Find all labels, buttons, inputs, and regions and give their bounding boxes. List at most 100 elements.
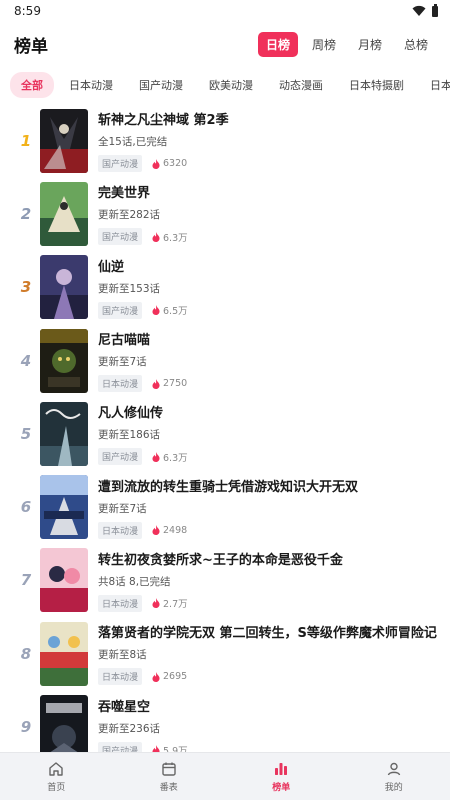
- item-title: 斩神之凡尘神域 第2季: [98, 113, 229, 129]
- chip-chinese-anime[interactable]: 国产动漫: [128, 72, 194, 98]
- category-tag: 国产动漫: [98, 741, 143, 752]
- list-item[interactable]: 3 仙逆 更新至153话 国产动漫 6.5万: [0, 251, 450, 324]
- tab-monthly[interactable]: 月榜: [350, 32, 390, 57]
- list-item[interactable]: 5 凡人修仙传 更新至186话 国产动漫 6.3万: [0, 397, 450, 470]
- header: 榜单 日榜 周榜 月榜 总榜: [0, 22, 450, 66]
- item-title: 完美世界: [98, 186, 151, 202]
- chip-japanese-anime-film[interactable]: 日本动画电: [419, 72, 450, 98]
- heat-value: 2.7万: [163, 599, 188, 611]
- item-episodes: 更新至186话: [98, 429, 161, 442]
- heat-count: 2.7万: [152, 596, 188, 610]
- flame-icon: [152, 671, 160, 682]
- tab-weekly[interactable]: 周榜: [304, 32, 344, 57]
- cover-image[interactable]: [40, 181, 88, 246]
- rank-number: 2: [20, 204, 32, 223]
- user-icon: [387, 762, 400, 775]
- cover-image[interactable]: [40, 401, 88, 466]
- category-tag: 国产动漫: [98, 301, 143, 319]
- item-title: 遭到流放的转生重骑士凭借游戏知识大开无双: [98, 479, 359, 495]
- list-item[interactable]: 7 转生初夜贪婪所求~王子的本命是恶役千金 共8话 8,已完结 日本动漫 2.7…: [0, 544, 450, 617]
- item-episodes: 更新至8话: [98, 649, 147, 662]
- flame-icon: [152, 525, 160, 536]
- cover-image[interactable]: [40, 475, 88, 540]
- heat-value: 6.5万: [163, 306, 188, 318]
- nav-schedule[interactable]: 番表: [113, 753, 226, 800]
- chip-tokusatsu[interactable]: 日本特摄剧: [338, 72, 415, 98]
- cover-image[interactable]: [40, 621, 88, 686]
- tab-total[interactable]: 总榜: [396, 32, 436, 57]
- chip-japanese-anime[interactable]: 日本动漫: [58, 72, 124, 98]
- item-title: 尼古喵喵: [98, 333, 151, 349]
- item-episodes: 更新至236话: [98, 722, 161, 735]
- home-icon: [49, 761, 63, 776]
- cover-image[interactable]: [40, 548, 88, 613]
- rank-number: 4: [20, 351, 32, 370]
- heat-count: 6.3万: [152, 230, 188, 244]
- item-episodes: 更新至7话: [98, 356, 147, 369]
- heat-count: 5.9万: [152, 743, 188, 752]
- nav-home[interactable]: 首页: [0, 753, 113, 800]
- list-item[interactable]: 8 落第贤者的学院无双 第二回转生，S等级作弊魔术师冒险记 更新至8话 日本动漫…: [0, 617, 450, 690]
- rank-number: 7: [20, 571, 32, 590]
- nav-label: 首页: [47, 782, 66, 793]
- chip-motion-comic[interactable]: 动态漫画: [268, 72, 334, 98]
- heat-count: 6.5万: [152, 303, 188, 317]
- page-title: 榜单: [14, 36, 48, 57]
- heat-value: 6320: [163, 158, 188, 170]
- chip-all[interactable]: 全部: [10, 72, 54, 98]
- calendar-icon: [162, 762, 176, 776]
- item-title: 仙逆: [98, 259, 125, 275]
- heat-value: 2498: [163, 524, 188, 536]
- status-icons: [412, 3, 438, 17]
- cover-image[interactable]: [40, 255, 88, 320]
- list-item[interactable]: 9 吞噬星空 更新至236话 国产动漫 5.9万: [0, 690, 450, 752]
- category-tag: 日本动漫: [98, 521, 143, 539]
- battery-icon: [432, 3, 438, 17]
- bottom-nav: 首页 番表 榜单 我的: [0, 752, 450, 800]
- bar-chart-icon: [275, 762, 288, 775]
- item-episodes: 更新至282话: [98, 209, 161, 222]
- rank-number: 3: [20, 278, 32, 297]
- flame-icon: [152, 158, 160, 169]
- tab-daily[interactable]: 日榜: [257, 31, 298, 57]
- nav-ranking[interactable]: 榜单: [225, 753, 338, 800]
- list-item[interactable]: 4 尼古喵喵 更新至7话 日本动漫 2750: [0, 324, 450, 397]
- category-chips: 全部 日本动漫 国产动漫 欧美动漫 动态漫画 日本特摄剧 日本动画电: [0, 66, 450, 104]
- heat-value: 6.3万: [163, 232, 188, 244]
- status-time: 8:59: [14, 4, 41, 18]
- item-episodes: 更新至153话: [98, 282, 161, 295]
- status-bar: 8:59: [0, 0, 450, 22]
- item-episodes: 全15话,已完结: [98, 136, 168, 149]
- list-item[interactable]: 6 遭到流放的转生重骑士凭借游戏知识大开无双 更新至7话 日本动漫 2498: [0, 470, 450, 543]
- nav-label: 番表: [159, 782, 178, 793]
- flame-icon: [152, 598, 160, 609]
- nav-label: 榜单: [272, 782, 291, 793]
- cover-image[interactable]: [40, 328, 88, 393]
- item-title: 吞噬星空: [98, 699, 151, 715]
- cover-image[interactable]: [40, 695, 88, 752]
- category-tag: 日本动漫: [98, 594, 143, 612]
- chip-western-anime[interactable]: 欧美动漫: [198, 72, 264, 98]
- period-tabs: 日榜 周榜 月榜 总榜: [257, 31, 436, 57]
- cover-image[interactable]: [40, 108, 88, 173]
- nav-profile[interactable]: 我的: [338, 753, 450, 800]
- rank-number: 8: [20, 644, 32, 663]
- nav-label: 我的: [384, 782, 403, 793]
- list-item[interactable]: 2 完美世界 更新至282话 国产动漫 6.3万: [0, 177, 450, 250]
- wifi-icon: [412, 5, 426, 16]
- rank-number: 6: [20, 498, 32, 517]
- category-tag: 国产动漫: [98, 155, 143, 173]
- rank-number: 9: [20, 718, 32, 737]
- heat-count: 2695: [152, 671, 187, 682]
- rank-number: 1: [20, 131, 32, 150]
- flame-icon: [152, 745, 160, 752]
- category-tag: 日本动漫: [98, 668, 143, 686]
- item-episodes: 共8话 8,已完结: [98, 575, 171, 588]
- category-tag: 国产动漫: [98, 448, 143, 466]
- ranking-list: 1 斩神之凡尘神域 第2季 全15话,已完结 国产动漫 6320 2 完美世界 …: [0, 104, 450, 752]
- heat-value: 5.9万: [163, 746, 188, 752]
- flame-icon: [152, 378, 160, 389]
- heat-value: 2750: [163, 378, 188, 390]
- category-tag: 国产动漫: [98, 228, 143, 246]
- list-item[interactable]: 1 斩神之凡尘神域 第2季 全15话,已完结 国产动漫 6320: [0, 104, 450, 177]
